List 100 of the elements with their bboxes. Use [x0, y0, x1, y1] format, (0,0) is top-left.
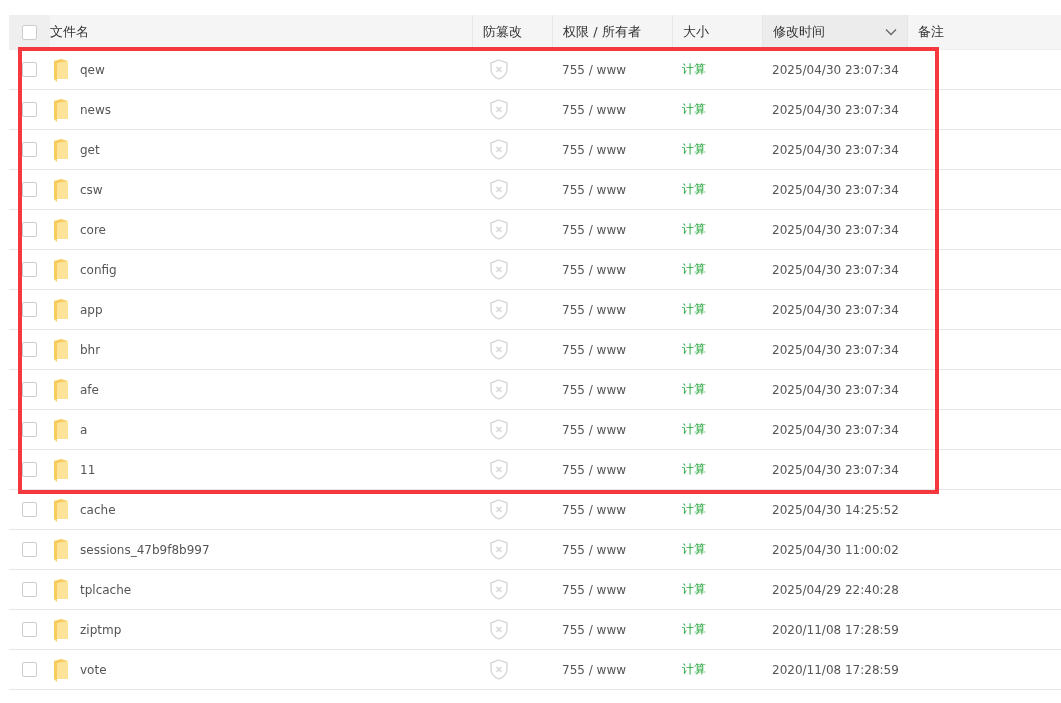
checkbox[interactable]	[22, 302, 37, 317]
modified-time: 2025/04/30 23:07:34	[771, 102, 900, 117]
folder-icon	[52, 617, 70, 642]
permission-text: 755 / www	[561, 622, 628, 637]
checkbox[interactable]	[22, 62, 37, 77]
modified-time: 2025/04/30 23:07:34	[771, 142, 900, 157]
checkbox[interactable]	[22, 182, 37, 197]
folder-icon	[52, 657, 70, 682]
folder-name[interactable]: tplcache	[80, 582, 132, 597]
shield-icon	[490, 179, 508, 200]
permission-text: 755 / www	[561, 342, 628, 357]
folder-icon	[52, 297, 70, 322]
permission-text: 755 / www	[561, 62, 628, 77]
folder-icon	[52, 537, 70, 562]
shield-icon	[490, 419, 508, 440]
folder-icon	[52, 417, 70, 442]
folder-icon	[52, 337, 70, 362]
folder-name[interactable]: qew	[80, 62, 105, 77]
folder-name[interactable]: app	[80, 302, 103, 317]
column-label: 修改时间	[773, 23, 825, 41]
checkbox[interactable]	[22, 502, 37, 517]
checkbox[interactable]	[22, 422, 37, 437]
modified-time: 2025/04/30 23:07:34	[771, 342, 900, 357]
column-header[interactable]: 修改时间	[762, 15, 907, 49]
checkbox[interactable]	[22, 382, 37, 397]
caret-icon	[885, 28, 897, 36]
folder-name[interactable]: a	[80, 422, 88, 437]
column-header[interactable]: 备注	[918, 23, 944, 41]
modified-time: 2020/11/08 17:28:59	[771, 622, 900, 637]
permission-text: 755 / www	[561, 222, 628, 237]
permission-text: 755 / www	[561, 542, 628, 557]
column-header[interactable]: 权限 / 所有者	[563, 23, 641, 41]
permission-text: 755 / www	[561, 662, 628, 677]
checkbox[interactable]	[22, 142, 37, 157]
column-header[interactable]: 防篡改	[483, 23, 522, 41]
folder-name[interactable]: sessions_47b9f8b997	[80, 542, 210, 557]
folder-name[interactable]: core	[80, 222, 106, 237]
checkbox[interactable]	[22, 542, 37, 557]
shield-icon	[490, 259, 508, 280]
checkbox[interactable]	[22, 222, 37, 237]
shield-icon	[490, 459, 508, 480]
folder-icon	[52, 257, 70, 282]
modified-time: 2025/04/30 23:07:34	[771, 222, 900, 237]
checkbox[interactable]	[22, 102, 37, 117]
column-header[interactable]: 文件名	[50, 23, 89, 41]
folder-icon	[52, 57, 70, 82]
checkbox[interactable]	[22, 462, 37, 477]
folder-icon	[52, 97, 70, 122]
shield-icon	[490, 379, 508, 400]
shield-icon	[490, 619, 508, 640]
modified-time: 2025/04/30 23:07:34	[771, 462, 900, 477]
folder-icon	[52, 177, 70, 202]
folder-name[interactable]: ziptmp	[80, 622, 122, 637]
folder-icon	[52, 377, 70, 402]
folder-name[interactable]: vote	[80, 662, 107, 677]
folder-name[interactable]: csw	[80, 182, 103, 197]
permission-text: 755 / www	[561, 422, 628, 437]
folder-name[interactable]: cache	[80, 502, 116, 517]
shield-icon	[490, 139, 508, 160]
permission-text: 755 / www	[561, 262, 628, 277]
permission-text: 755 / www	[561, 302, 628, 317]
checkbox[interactable]	[22, 662, 37, 677]
permission-text: 755 / www	[561, 582, 628, 597]
checkbox[interactable]	[22, 262, 37, 277]
shield-icon	[490, 579, 508, 600]
folder-icon	[52, 457, 70, 482]
checkbox[interactable]	[22, 622, 37, 637]
folder-name[interactable]: get	[80, 142, 100, 157]
modified-time: 2025/04/30 23:07:34	[771, 182, 900, 197]
shield-icon	[490, 539, 508, 560]
permission-text: 755 / www	[561, 502, 628, 517]
checkbox[interactable]	[22, 24, 37, 40]
folder-name[interactable]: bhr	[80, 342, 101, 357]
permission-text: 755 / www	[561, 462, 628, 477]
permission-text: 755 / www	[561, 382, 628, 397]
permission-text: 755 / www	[561, 142, 628, 157]
folder-name[interactable]: news	[80, 102, 112, 117]
modified-time: 2020/11/08 17:28:59	[771, 662, 900, 677]
modified-time: 2025/04/30 14:25:52	[771, 502, 900, 517]
column-header[interactable]: 大小	[683, 23, 709, 41]
folder-name[interactable]: afe	[80, 382, 99, 397]
modified-time: 2025/04/30 23:07:34	[771, 382, 900, 397]
folder-icon	[52, 577, 70, 602]
folder-name[interactable]: config	[80, 262, 117, 277]
shield-icon	[490, 659, 508, 680]
folder-icon	[52, 137, 70, 162]
permission-text: 755 / www	[561, 182, 628, 197]
shield-icon	[490, 499, 508, 520]
checkbox[interactable]	[22, 582, 37, 597]
folder-icon	[52, 497, 70, 522]
shield-icon	[490, 59, 508, 80]
folder-icon	[52, 217, 70, 242]
shield-icon	[490, 99, 508, 120]
shield-icon	[490, 299, 508, 320]
folder-name[interactable]: 11	[80, 462, 96, 477]
permission-text: 755 / www	[561, 102, 628, 117]
modified-time: 2025/04/30 23:07:34	[771, 302, 900, 317]
shield-icon	[490, 219, 508, 240]
modified-time: 2025/04/30 11:00:02	[771, 542, 900, 557]
checkbox[interactable]	[22, 342, 37, 357]
